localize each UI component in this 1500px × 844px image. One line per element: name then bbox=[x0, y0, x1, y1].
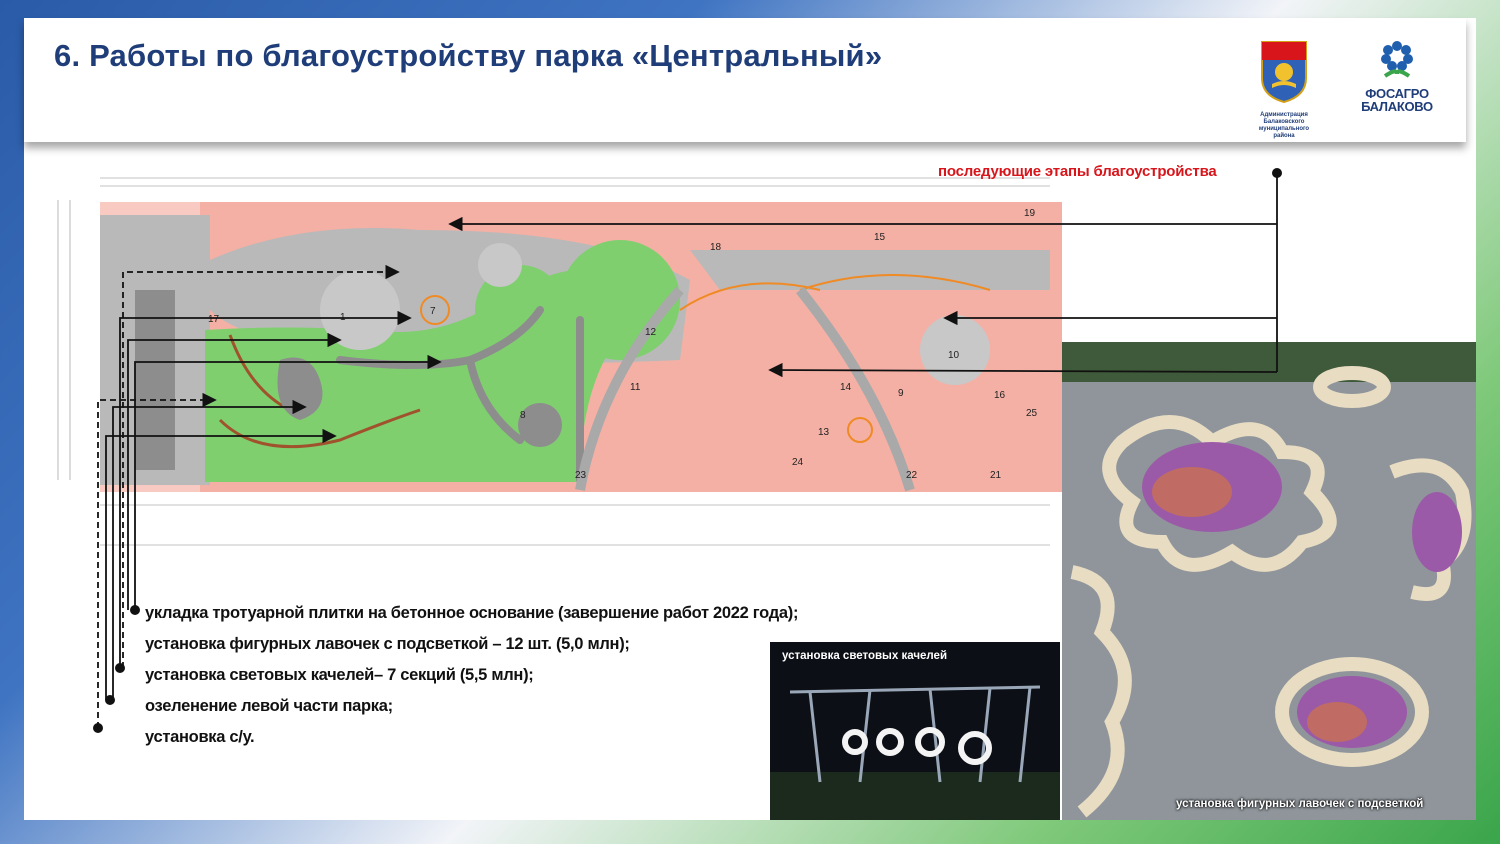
svg-text:7: 7 bbox=[430, 306, 436, 317]
svg-text:18: 18 bbox=[710, 242, 722, 253]
svg-text:17: 17 bbox=[208, 314, 220, 325]
phosagro-logo-line2: БАЛАКОВО bbox=[1361, 99, 1433, 114]
coat-of-arms-icon bbox=[1261, 41, 1307, 104]
administration-logo-caption: Администрация Балаковского муниципальног… bbox=[1258, 112, 1310, 139]
svg-text:21: 21 bbox=[990, 470, 1002, 481]
svg-text:13: 13 bbox=[818, 427, 830, 438]
svg-text:24: 24 bbox=[792, 457, 804, 468]
svg-text:11: 11 bbox=[630, 382, 641, 393]
works-item: установка с/у. bbox=[145, 728, 255, 746]
works-item: установка фигурных лавочек с подсветкой … bbox=[145, 635, 630, 653]
works-item: установка световых качелей– 7 секций (5,… bbox=[145, 666, 534, 684]
svg-text:10: 10 bbox=[948, 350, 960, 361]
svg-text:9: 9 bbox=[898, 388, 904, 399]
svg-text:14: 14 bbox=[840, 382, 852, 393]
works-list: укладка тротуарной плитки на бетонное ос… bbox=[145, 598, 798, 753]
svg-text:16: 16 bbox=[994, 390, 1006, 401]
svg-text:22: 22 bbox=[906, 470, 918, 481]
light-swings-photo bbox=[770, 642, 1060, 820]
svg-text:19: 19 bbox=[1024, 208, 1036, 219]
slide-header: 6. Работы по благоустройству парка «Цент… bbox=[24, 18, 1466, 142]
benches-photo bbox=[1062, 342, 1476, 820]
svg-text:8: 8 bbox=[520, 410, 526, 421]
svg-text:12: 12 bbox=[645, 327, 657, 338]
works-item: озеленение левой части парка; bbox=[145, 697, 393, 715]
park-site-plan: 1 7 8 9 10 11 12 13 14 15 16 17 18 19 21… bbox=[40, 160, 1062, 580]
next-stages-label: последующие этапы благоустройства bbox=[938, 163, 1217, 180]
works-item: укладка тротуарной плитки на бетонное ос… bbox=[145, 604, 799, 622]
slide-title: 6. Работы по благоустройству парка «Цент… bbox=[54, 38, 883, 73]
light-swings-photo-caption: установка световых качелей bbox=[782, 650, 948, 662]
svg-text:1: 1 bbox=[340, 312, 346, 323]
svg-text:15: 15 bbox=[874, 232, 886, 243]
flower-icon bbox=[1381, 41, 1413, 78]
svg-text:25: 25 bbox=[1026, 408, 1038, 419]
phosagro-logo: ФОСАГРО БАЛАКОВО bbox=[1344, 38, 1450, 113]
svg-text:23: 23 bbox=[575, 470, 587, 481]
benches-photo-caption: установка фигурных лавочек с подсветкой bbox=[1176, 798, 1424, 810]
administration-logo: Администрация Балаковского муниципальног… bbox=[1239, 38, 1329, 140]
